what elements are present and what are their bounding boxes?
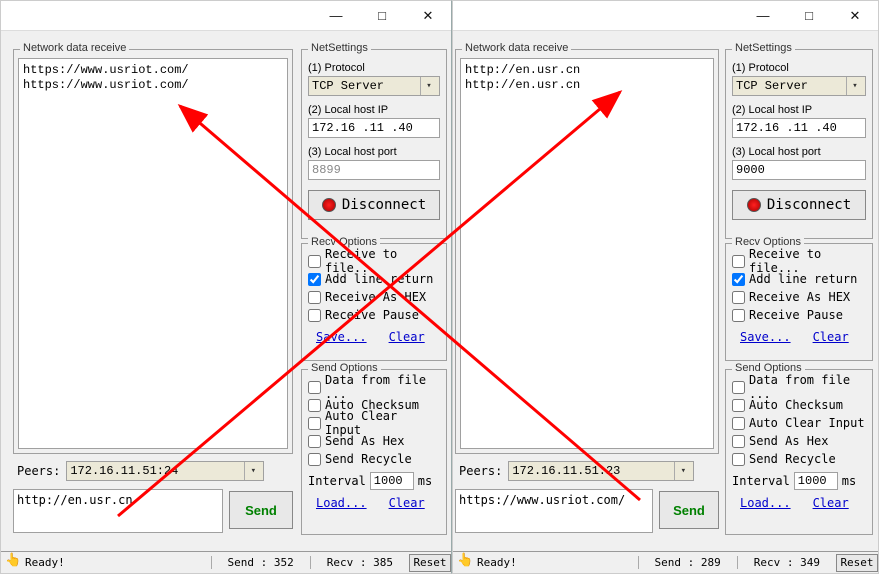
send-as-hex-checkbox[interactable]: Send As Hex xyxy=(732,432,866,450)
send-options-group: Send Options Data from file ... Auto Che… xyxy=(725,369,873,535)
netsettings-group: NetSettings (1) Protocol TCP Server (2) … xyxy=(725,49,873,239)
status-recv-count: Recv : 349 xyxy=(737,556,836,569)
reset-button[interactable]: Reset xyxy=(836,554,878,572)
recv-clear-link[interactable]: Clear xyxy=(389,330,425,344)
maximize-button[interactable]: □ xyxy=(786,2,832,30)
localip-label: (2) Local host IP xyxy=(308,104,440,116)
interval-unit: ms xyxy=(418,474,432,488)
window-right: — □ ✕ Network data receive http://en.usr… xyxy=(452,0,879,574)
send-load-link[interactable]: Load... xyxy=(316,496,367,510)
status-send-count: Send : 289 xyxy=(638,556,737,569)
recv-line: https://www.usriot.com/ xyxy=(23,63,283,78)
recv-line: http://en.usr.cn xyxy=(465,63,709,78)
localport-label: (3) Local host port xyxy=(308,146,440,158)
status-send-count: Send : 352 xyxy=(211,556,310,569)
titlebar: — □ ✕ xyxy=(1,1,451,31)
interval-field[interactable]: 1000 xyxy=(794,472,838,490)
minimize-button[interactable]: — xyxy=(313,2,359,30)
recv-group-title: Network data receive xyxy=(462,42,571,54)
status-bar: Ready! Send : 289 Recv : 349 Reset xyxy=(453,551,878,573)
netsettings-title: NetSettings xyxy=(732,42,795,54)
recv-options-title: Recv Options xyxy=(308,236,380,248)
minimize-button[interactable]: — xyxy=(740,2,786,30)
protocol-label: (1) Protocol xyxy=(308,62,440,74)
close-button[interactable]: ✕ xyxy=(405,2,451,30)
receive-as-hex-checkbox[interactable]: Receive As HEX xyxy=(308,288,440,306)
peers-label: Peers: xyxy=(17,464,60,478)
interval-unit: ms xyxy=(842,474,856,488)
auto-clear-input-checkbox[interactable]: Auto Clear Input xyxy=(732,414,866,432)
reset-button[interactable]: Reset xyxy=(409,554,451,572)
localip-field[interactable]: 172.16 .11 .40 xyxy=(732,118,866,138)
send-button[interactable]: Send xyxy=(659,491,719,529)
recv-textarea[interactable]: http://en.usr.cn http://en.usr.cn xyxy=(460,58,714,449)
netsettings-group: NetSettings (1) Protocol TCP Server (2) … xyxy=(301,49,447,239)
recv-options-group: Recv Options Receive to file... Add line… xyxy=(301,243,447,361)
peers-row: Peers: 172.16.11.51:23 xyxy=(459,461,694,481)
peers-dropdown[interactable]: 172.16.11.51:24 xyxy=(66,461,264,481)
disconnect-button[interactable]: Disconnect xyxy=(732,190,866,220)
localip-label: (2) Local host IP xyxy=(732,104,866,116)
recv-group-title: Network data receive xyxy=(20,42,129,54)
add-line-return-checkbox[interactable]: Add line return xyxy=(732,270,866,288)
localport-label: (3) Local host port xyxy=(732,146,866,158)
send-options-group: Send Options Data from file ... Auto Che… xyxy=(301,369,447,535)
auto-clear-input-checkbox[interactable]: Auto Clear Input xyxy=(308,414,440,432)
send-clear-link[interactable]: Clear xyxy=(813,496,849,510)
ready-icon xyxy=(5,556,21,570)
recv-line: https://www.usriot.com/ xyxy=(23,78,283,93)
send-options-title: Send Options xyxy=(732,362,805,374)
window-left: — □ ✕ Network data receive https://www.u… xyxy=(0,0,452,574)
interval-label: Interval xyxy=(308,474,366,488)
ready-icon xyxy=(457,556,473,570)
status-bar: Ready! Send : 352 Recv : 385 Reset xyxy=(1,551,451,573)
send-load-link[interactable]: Load... xyxy=(740,496,791,510)
peers-dropdown[interactable]: 172.16.11.51:23 xyxy=(508,461,694,481)
interval-label: Interval xyxy=(732,474,790,488)
protocol-dropdown[interactable]: TCP Server xyxy=(308,76,440,96)
receive-pause-checkbox[interactable]: Receive Pause xyxy=(308,306,440,324)
status-recv-count: Recv : 385 xyxy=(310,556,409,569)
close-button[interactable]: ✕ xyxy=(832,2,878,30)
localport-field[interactable]: 8899 xyxy=(308,160,440,180)
localport-field[interactable]: 9000 xyxy=(732,160,866,180)
recv-group: Network data receive http://en.usr.cn ht… xyxy=(455,49,719,454)
status-dot-icon xyxy=(322,198,336,212)
send-recycle-checkbox[interactable]: Send Recycle xyxy=(308,450,440,468)
recv-save-link[interactable]: Save... xyxy=(316,330,367,344)
add-line-return-checkbox[interactable]: Add line return xyxy=(308,270,440,288)
receive-pause-checkbox[interactable]: Receive Pause xyxy=(732,306,866,324)
recv-group: Network data receive https://www.usriot.… xyxy=(13,49,293,454)
receive-to-file-checkbox[interactable]: Receive to file... xyxy=(308,252,440,270)
receive-as-hex-checkbox[interactable]: Receive As HEX xyxy=(732,288,866,306)
localip-field[interactable]: 172.16 .11 .40 xyxy=(308,118,440,138)
recv-line: http://en.usr.cn xyxy=(465,78,709,93)
data-from-file-checkbox[interactable]: Data from file ... xyxy=(732,378,866,396)
recv-textarea[interactable]: https://www.usriot.com/ https://www.usri… xyxy=(18,58,288,449)
recv-options-group: Recv Options Receive to file... Add line… xyxy=(725,243,873,361)
netsettings-title: NetSettings xyxy=(308,42,371,54)
data-from-file-checkbox[interactable]: Data from file ... xyxy=(308,378,440,396)
send-recycle-checkbox[interactable]: Send Recycle xyxy=(732,450,866,468)
interval-field[interactable]: 1000 xyxy=(370,472,414,490)
send-textarea[interactable]: https://www.usriot.com/ xyxy=(455,489,653,533)
recv-save-link[interactable]: Save... xyxy=(740,330,791,344)
send-clear-link[interactable]: Clear xyxy=(389,496,425,510)
receive-to-file-checkbox[interactable]: Receive to file... xyxy=(732,252,866,270)
protocol-dropdown[interactable]: TCP Server xyxy=(732,76,866,96)
status-ready: Ready! xyxy=(25,556,65,569)
protocol-label: (1) Protocol xyxy=(732,62,866,74)
disconnect-button[interactable]: Disconnect xyxy=(308,190,440,220)
send-button[interactable]: Send xyxy=(229,491,293,529)
peers-label: Peers: xyxy=(459,464,502,478)
maximize-button[interactable]: □ xyxy=(359,2,405,30)
titlebar: — □ ✕ xyxy=(453,1,878,31)
peers-row: Peers: 172.16.11.51:24 xyxy=(17,461,264,481)
status-dot-icon xyxy=(747,198,761,212)
status-ready: Ready! xyxy=(477,556,517,569)
send-textarea[interactable]: http://en.usr.cn xyxy=(13,489,223,533)
recv-clear-link[interactable]: Clear xyxy=(813,330,849,344)
send-options-title: Send Options xyxy=(308,362,381,374)
recv-options-title: Recv Options xyxy=(732,236,804,248)
